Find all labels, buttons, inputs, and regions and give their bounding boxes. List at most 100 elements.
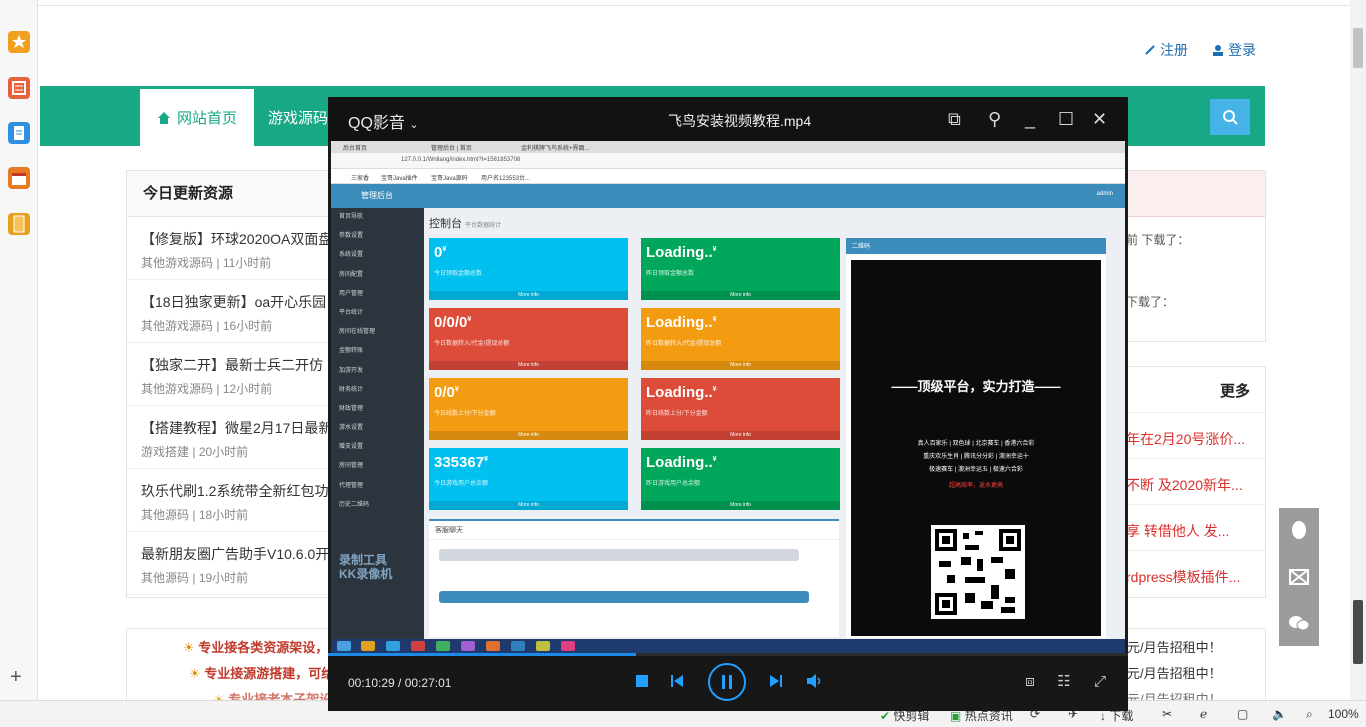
playback-progress[interactable] [328,653,1128,656]
admin-page-title-text: 控制台 [429,218,462,230]
news-link[interactable]: rdpress模板插件... [1126,567,1240,587]
close-icon[interactable]: ✕ [1092,109,1107,129]
player-menu[interactable]: QQ影音 ⌄ [348,109,419,133]
document-icon[interactable] [8,122,30,144]
stat-value: 335367¥ [434,454,488,471]
speaker-icon [807,674,821,688]
resource-category: 其他游戏源码 [141,319,214,333]
email-contact-button[interactable] [1279,554,1319,600]
pin-top-icon[interactable]: ⚲ [988,109,1001,129]
login-label: 登录 [1228,42,1256,58]
progress-fill [328,653,636,656]
stop-button[interactable] [635,674,649,688]
mini-mode-icon[interactable]: ⧉ [948,109,961,129]
stat-unit: ¥ [712,456,717,463]
taskbar-app-icon [386,641,400,651]
screenshot-icon[interactable]: ⧈ [1022,673,1038,690]
page-scrollbar[interactable] [1350,0,1366,700]
resource-time: 16小时前 [222,319,273,333]
video-frame[interactable]: 后台首页 管理后台 | 首页 金利棋牌飞鸟系统+界面... 127.0.0.1/… [331,141,1125,653]
previous-button[interactable] [669,673,685,689]
favorites-icon[interactable] [8,31,30,53]
home-icon [157,111,170,124]
download-feed-header [1120,171,1265,217]
register-label: 注册 [1160,42,1188,58]
notes-icon[interactable] [8,77,30,99]
taskbar-app-icon [411,641,425,651]
scrollbar-thumb[interactable] [1353,28,1363,68]
ad-right-text[interactable]: 元/月告招租中！ [1127,663,1222,682]
next-button[interactable] [768,673,784,689]
player-controls: 00:10:29 / 00:27:01 ⧈ ☷ ⤢ [328,653,1128,711]
download-icon: ↓ [1100,709,1106,723]
news-link[interactable]: 享 转借他人 发... [1126,521,1229,541]
settings-sliders-icon[interactable]: ☷ [1056,673,1072,690]
search-button[interactable] [1210,99,1250,135]
login-link[interactable]: 登录 [1212,40,1256,60]
player-titlebar: QQ影音 ⌄ 飞鸟安装视频教程.mp4 ⧉ ⚲ _ ☐ ✕ [328,97,1128,141]
stat-label: 昨日线数上分/下分金额 [646,411,708,417]
auth-links: 注册 登录 [1144,40,1256,60]
stat-more-link: More info [641,361,840,370]
start-icon [337,641,351,651]
video-bookmark: 宝哥Java源码 [431,176,468,182]
ie-icon[interactable]: ℯ [1200,707,1207,721]
pause-button[interactable] [708,663,746,701]
stat-unit: ¥ [467,316,472,323]
bookmark-icon[interactable] [8,213,30,235]
admin-menu-item: 财政管理 [339,405,364,412]
maximize-icon[interactable]: ☐ [1058,109,1074,129]
stat-box: 335367¥ 今日游戏用户总余额 More info [429,448,628,510]
nav-home-label: 网站首页 [176,110,237,127]
chat-message-bar [439,549,799,561]
recorder-watermark: 录制工具 KK录像机 [339,553,392,581]
wechat-contact-button[interactable] [1279,600,1319,646]
ad-line[interactable]: ☀ 专业接各类资源架设，可 [183,637,341,656]
news-link[interactable]: 不断 及2020新年... [1126,475,1243,495]
stat-more-link: More info [429,361,628,370]
scrollbar-thumb[interactable] [1353,600,1363,664]
ad-line[interactable]: ☀ 专业接源游搭建，可给 [189,663,334,682]
more-link[interactable]: 更多 [1220,380,1250,401]
qq-contact-button[interactable] [1279,508,1319,554]
stat-label: 今日游戏用户总余额 [434,481,489,487]
volume-button[interactable] [806,673,822,689]
nav-home-tab[interactable]: 网站首页 [140,89,254,146]
qq-icon [1292,521,1306,539]
fullscreen-icon[interactable]: ⤢ [1092,673,1108,690]
calendar-icon[interactable] [8,167,30,189]
watermark-line: 录制工具 [339,553,388,567]
window-icon[interactable]: ▢ [1237,707,1248,721]
register-link[interactable]: 注册 [1144,40,1188,60]
stat-value-text: 0/0 [434,384,455,401]
ad-right-text[interactable]: 元/月告招租中！ [1127,637,1222,656]
minimize-icon[interactable]: _ [1025,109,1035,129]
admin-menu-item: 加游开发 [339,367,364,374]
volume-icon[interactable]: 🔈 [1272,707,1287,721]
stat-value: 0/0/0¥ [434,314,471,331]
nav-games-tab[interactable]: 游戏源码 [268,89,328,146]
add-icon[interactable]: + [10,667,22,687]
stat-label: 昨日领取金额总数 [646,271,695,277]
admin-page-title: 控制台 平台数据统计 [429,215,501,231]
taskbar-app-icon [536,641,550,651]
resource-time: 18小时前 [198,508,249,522]
taskbar-app-icon [511,641,525,651]
poster-line: 超高赔率，返水更高 [948,483,1003,489]
video-browser-tabs: 后台首页 管理后台 | 首页 金利棋牌飞鸟系统+界面... [331,141,1125,153]
news-link[interactable]: 年在2月20号涨价... [1126,429,1245,449]
screenshot-icon[interactable]: ✂ [1162,707,1172,721]
resource-category: 其他游戏源码 [141,256,214,270]
admin-topbar: admin [424,184,1125,208]
download-feed-item: 下载了： [1126,295,1175,309]
stat-more-link: More info [429,431,628,440]
zoom-level[interactable]: 100% [1328,707,1359,721]
zoom-icon[interactable]: ⌕ [1306,707,1313,722]
player-brand: QQ影音 [348,115,405,132]
video-address: 127.0.0.1/Wnllang/index.html?t=158185370… [401,157,521,163]
resource-time: 20小时前 [198,445,249,459]
stat-box: 0¥ 今日领取金额总数 More info [429,238,628,300]
chat-title: 客服聊天 [429,521,839,540]
watermark-line: KK录像机 [339,567,393,581]
taskbar-app-icon [361,641,375,651]
